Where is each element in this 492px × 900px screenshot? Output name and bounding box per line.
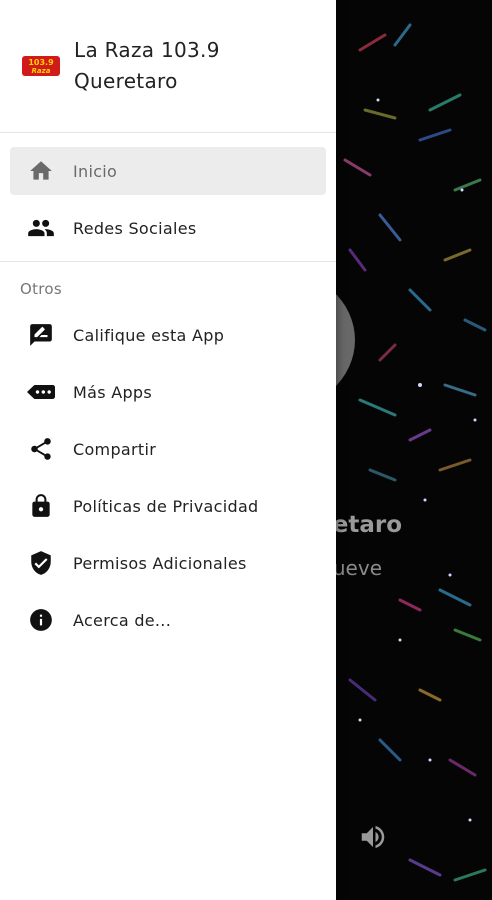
nav-item-permisos[interactable]: Permisos Adicionales: [10, 539, 326, 587]
background-station-title: etaro: [332, 512, 402, 538]
station-logo: 103.9 Raza: [22, 56, 60, 76]
drawer-header: 103.9 Raza La Raza 103.9 Queretaro: [0, 0, 336, 133]
nav-item-inicio[interactable]: Inicio: [10, 147, 326, 195]
rate-icon: [27, 321, 55, 349]
people-icon: [27, 214, 55, 242]
home-icon: [27, 157, 55, 185]
svg-text:Raza: Raza: [32, 67, 51, 75]
nav-item-label: Compartir: [73, 439, 157, 459]
nav-item-label: Acerca de...: [73, 610, 172, 630]
nav-item-redes-sociales[interactable]: Redes Sociales: [10, 204, 326, 252]
svg-text:103.9: 103.9: [28, 58, 54, 67]
app-title-line1: La Raza 103.9: [74, 38, 220, 62]
volume-icon[interactable]: [358, 822, 388, 852]
info-icon: [27, 606, 55, 634]
section-label-otros: Otros: [20, 280, 63, 298]
nav-item-califique[interactable]: Califique esta App: [10, 311, 326, 359]
nav-item-mas-apps[interactable]: Más Apps: [10, 368, 326, 416]
more-apps-icon: [27, 378, 55, 406]
lock-icon: [27, 492, 55, 520]
app-title-line2: Queretaro: [74, 69, 178, 93]
shield-check-icon: [27, 549, 55, 577]
nav-item-acerca[interactable]: Acerca de...: [10, 596, 326, 644]
nav-item-politicas[interactable]: Políticas de Privacidad: [10, 482, 326, 530]
nav-item-label: Políticas de Privacidad: [73, 496, 259, 516]
nav-item-label: Más Apps: [73, 382, 153, 402]
navigation-drawer: 103.9 Raza La Raza 103.9 Queretaro Inici…: [0, 0, 336, 900]
nav-item-label: Inicio: [73, 161, 118, 181]
primary-nav: Inicio Redes Sociales: [0, 133, 336, 252]
nav-item-label: Redes Sociales: [73, 218, 197, 238]
secondary-nav: Califique esta App Más Apps Compartir Po…: [0, 311, 336, 644]
app-title: La Raza 103.9 Queretaro: [74, 35, 220, 97]
share-icon: [27, 435, 55, 463]
background-station-subtitle: ueve: [332, 556, 382, 580]
nav-item-compartir[interactable]: Compartir: [10, 425, 326, 473]
nav-item-label: Permisos Adicionales: [73, 553, 247, 573]
nav-item-label: Califique esta App: [73, 325, 225, 345]
